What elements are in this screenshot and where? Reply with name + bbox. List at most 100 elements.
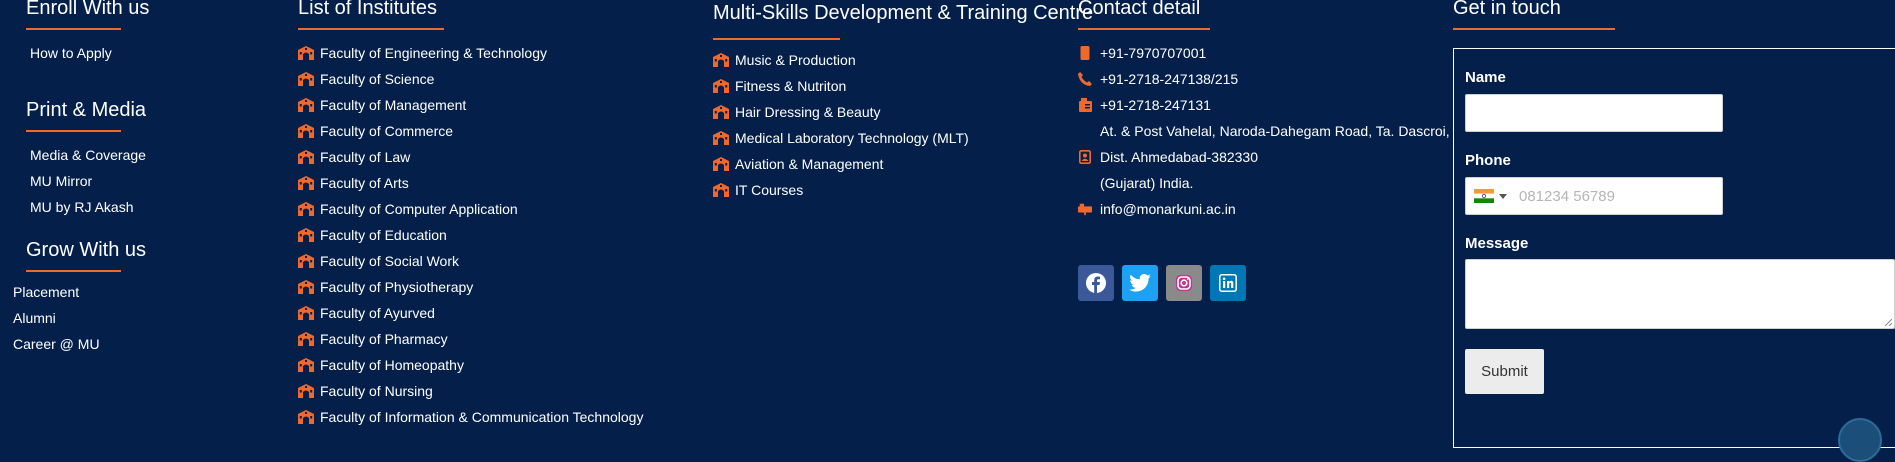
institute-building-icon <box>298 202 314 216</box>
institute-building-icon <box>713 105 729 119</box>
enroll-underline <box>26 28 121 30</box>
mu-mirror-link[interactable]: MU Mirror <box>30 168 286 194</box>
institute-building-icon <box>298 72 314 86</box>
institute-item[interactable]: Faculty of Engineering & Technology <box>298 40 698 66</box>
media-coverage-link[interactable]: Media & Coverage <box>30 142 286 168</box>
institute-building-icon <box>298 332 314 346</box>
multiskill-item-label: Music & Production <box>735 52 856 68</box>
contact-fax[interactable]: +91-2718-247131 <box>1078 92 1448 118</box>
message-textarea[interactable] <box>1465 259 1895 329</box>
institute-item[interactable]: Faculty of Social Work <box>298 248 698 274</box>
institute-item-label: Faculty of Computer Application <box>320 201 518 217</box>
contact-heading: Contact detail <box>1078 0 1201 19</box>
institute-building-icon <box>713 131 729 145</box>
mu-rj-akash-link[interactable]: MU by RJ Akash <box>30 194 286 220</box>
institute-building-icon <box>298 410 314 424</box>
institute-item[interactable]: Faculty of Pharmacy <box>298 326 698 352</box>
twitter-link[interactable] <box>1122 265 1158 301</box>
mobile-number: +91-7970707001 <box>1100 45 1207 61</box>
institute-building-icon <box>298 280 314 294</box>
caret-down-icon <box>1499 193 1507 199</box>
institute-item[interactable]: Faculty of Computer Application <box>298 196 698 222</box>
contact-email[interactable]: info@monarkuni.ac.in <box>1078 196 1448 222</box>
institute-item-label: Faculty of Information & Communication T… <box>320 409 644 425</box>
phone-input[interactable]: 081234 56789 <box>1465 177 1723 215</box>
country-flag-selector[interactable] <box>1474 189 1507 203</box>
instagram-link[interactable] <box>1166 265 1202 301</box>
alumni-link[interactable]: Alumni <box>13 305 100 331</box>
enroll-heading: Enroll With us <box>26 0 150 19</box>
institute-item[interactable]: Faculty of Education <box>298 222 698 248</box>
institute-item-label: Faculty of Engineering & Technology <box>320 45 547 61</box>
institute-building-icon <box>298 46 314 60</box>
multiskill-item[interactable]: IT Courses <box>713 177 1093 203</box>
contact-phone[interactable]: +91-2718-247138/215 <box>1078 66 1448 92</box>
institute-item[interactable]: Faculty of Information & Communication T… <box>298 404 698 430</box>
institute-item[interactable]: Faculty of Arts <box>298 170 698 196</box>
get-in-touch-underline <box>1453 28 1615 30</box>
multiskill-item[interactable]: Music & Production <box>713 47 1093 73</box>
submit-button[interactable]: Submit <box>1465 349 1544 394</box>
contact-mobile[interactable]: +91-7970707001 <box>1078 40 1448 66</box>
phone-label: Phone <box>1465 152 1511 169</box>
linkedin-link[interactable] <box>1210 265 1246 301</box>
linkedin-icon <box>1219 274 1237 292</box>
multiskill-item[interactable]: Aviation & Management <box>713 151 1093 177</box>
institute-item[interactable]: Faculty of Law <box>298 144 698 170</box>
institute-item[interactable]: Faculty of Nursing <box>298 378 698 404</box>
institutes-heading: List of Institutes <box>298 0 437 19</box>
address-line-3: (Gujarat) India. <box>1100 175 1194 191</box>
india-flag-icon <box>1474 189 1494 203</box>
resize-grip-icon <box>1884 318 1892 326</box>
how-to-apply-link[interactable]: How to Apply <box>30 40 286 66</box>
multiskill-item-label: Aviation & Management <box>735 156 884 172</box>
contact-section: Contact detail +91-7970707001 +91-2718-2… <box>1078 0 1450 222</box>
multiskill-item-label: Fitness & Nutriton <box>735 78 847 94</box>
institute-item[interactable]: Faculty of Homeopathy <box>298 352 698 378</box>
multiskill-item-label: Medical Laboratory Technology (MLT) <box>735 130 969 146</box>
institute-item-label: Faculty of Physiotherapy <box>320 279 474 295</box>
grow-heading: Grow With us <box>26 239 147 261</box>
enroll-section: Enroll With us How to Apply <box>26 0 286 66</box>
email-address: info@monarkuni.ac.in <box>1100 201 1236 217</box>
institute-item-label: Faculty of Science <box>320 71 435 87</box>
institute-building-icon <box>298 254 314 268</box>
placement-link[interactable]: Placement <box>13 279 100 305</box>
institute-item[interactable]: Faculty of Science <box>298 66 698 92</box>
institute-item-label: Faculty of Nursing <box>320 383 433 399</box>
multiskill-item[interactable]: Medical Laboratory Technology (MLT) <box>713 125 1093 151</box>
institute-item[interactable]: Faculty of Management <box>298 92 698 118</box>
institute-building-icon <box>713 53 729 67</box>
institute-item-label: Faculty of Management <box>320 97 467 113</box>
multiskill-item-label: Hair Dressing & Beauty <box>735 104 881 120</box>
name-input[interactable] <box>1465 94 1723 132</box>
institute-building-icon <box>298 306 314 320</box>
institute-building-icon <box>298 384 314 398</box>
institute-item-label: Faculty of Ayurved <box>320 305 435 321</box>
institute-item-label: Faculty of Education <box>320 227 447 243</box>
mobile-icon <box>1078 46 1092 60</box>
grow-section: Grow With us <box>26 239 286 272</box>
multiskills-section: Multi-Skills Development & Training Cent… <box>713 0 1093 203</box>
chat-widget-icon[interactable] <box>1838 418 1882 462</box>
institute-item[interactable]: Faculty of Commerce <box>298 118 698 144</box>
contact-address-line-3: (Gujarat) India. <box>1078 170 1448 196</box>
career-link[interactable]: Career @ MU <box>13 331 100 357</box>
institute-building-icon <box>713 183 729 197</box>
facebook-icon <box>1086 273 1106 293</box>
contact-form: Name Phone 081234 56789 Message Submit <box>1453 48 1895 448</box>
facebook-link[interactable] <box>1078 265 1114 301</box>
contact-underline <box>1078 28 1210 30</box>
print-media-heading: Print & Media <box>26 99 147 121</box>
institute-item-label: Faculty of Arts <box>320 175 409 191</box>
institute-item[interactable]: Faculty of Ayurved <box>298 300 698 326</box>
institute-item-label: Faculty of Homeopathy <box>320 357 464 373</box>
multiskill-item[interactable]: Hair Dressing & Beauty <box>713 99 1093 125</box>
institutes-section: List of Institutes Faculty of Engineerin… <box>298 0 698 430</box>
contact-address-line-1: At. & Post Vahelal, Naroda-Dahegam Road,… <box>1078 118 1450 144</box>
institute-item[interactable]: Faculty of Physiotherapy <box>298 274 698 300</box>
multiskill-item[interactable]: Fitness & Nutriton <box>713 73 1093 99</box>
institute-building-icon <box>298 176 314 190</box>
institute-item-label: Faculty of Social Work <box>320 253 460 269</box>
institute-building-icon <box>298 124 314 138</box>
